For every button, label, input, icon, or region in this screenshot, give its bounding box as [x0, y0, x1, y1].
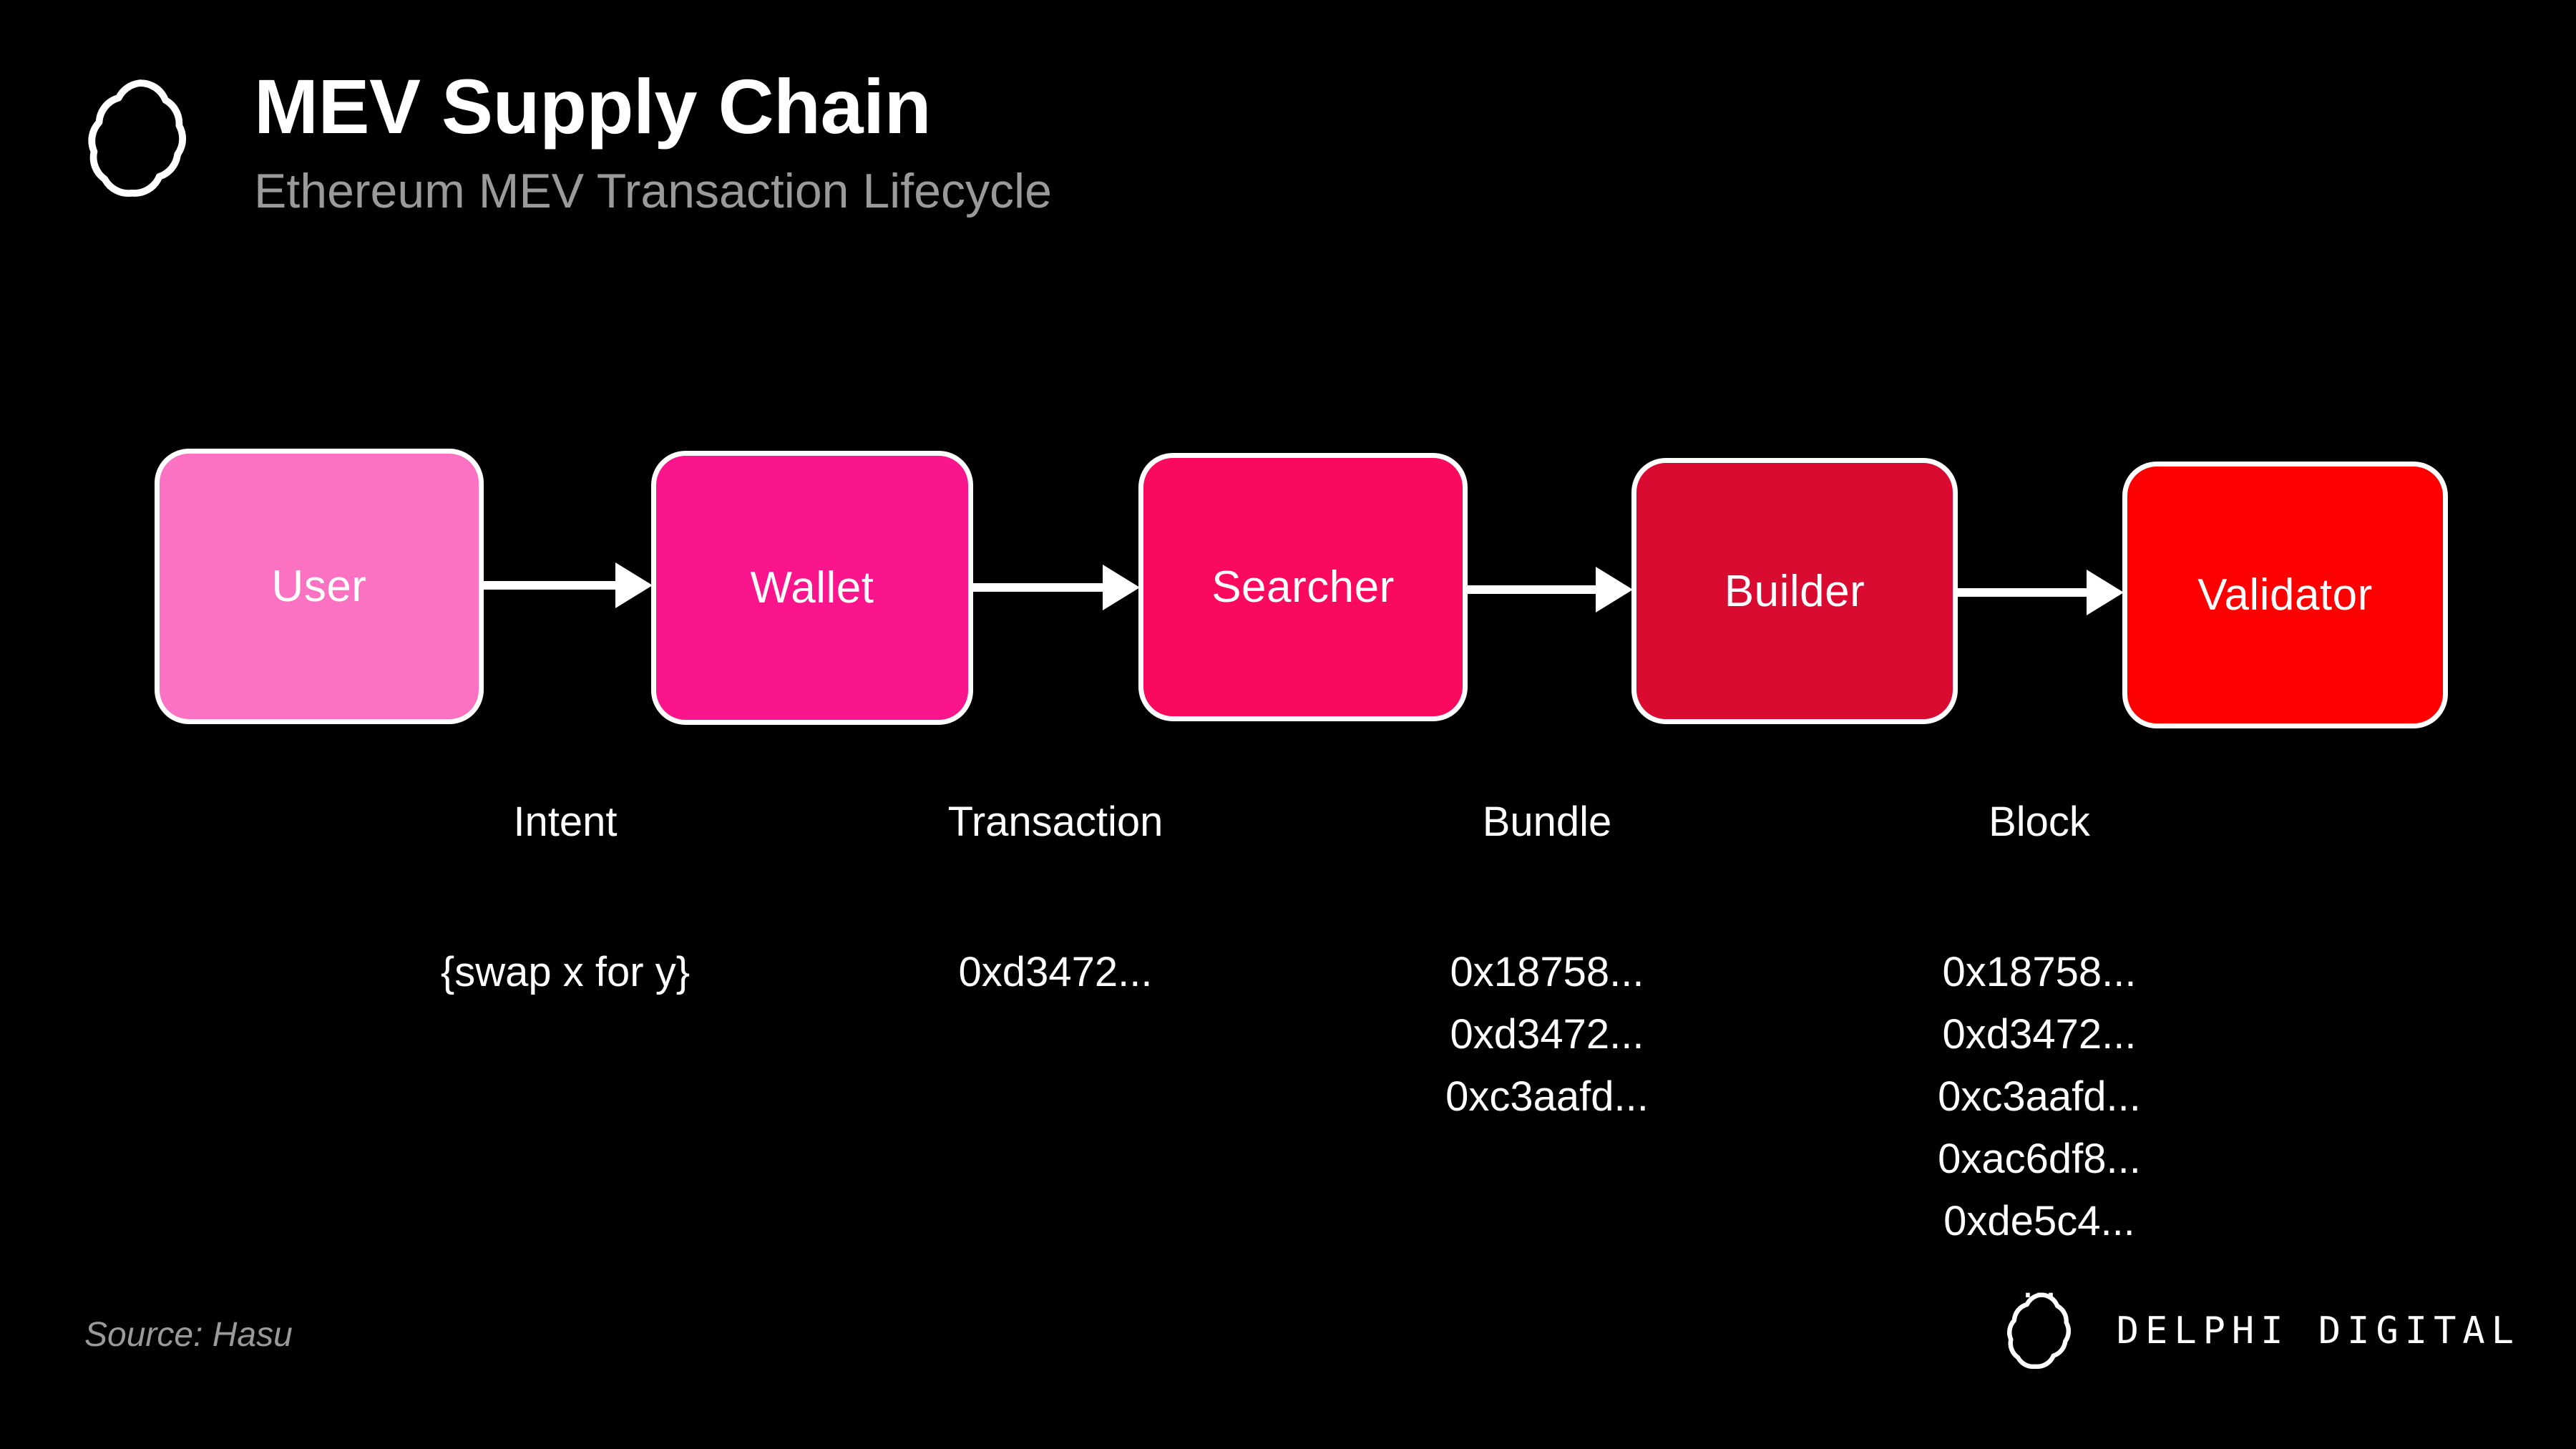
footer-brand: DELPHI DIGITAL: [1991, 1281, 2520, 1381]
payload-line: 0x18758...: [1450, 949, 1644, 995]
payload-line: 0x18758...: [1942, 949, 2137, 995]
flow-arrow-wallet-searcher: [973, 565, 1140, 610]
edge-label-intent: Intent: [513, 799, 618, 845]
arrow-head-icon: [2087, 570, 2124, 615]
arrow-shaft: [1468, 585, 1597, 594]
payload-block: 0x18758... 0xd3472... 0xc3aafd... 0xac6d…: [1938, 941, 2141, 1314]
arrow-head-icon: [615, 562, 653, 608]
flow-arrow-user-wallet: [484, 562, 653, 608]
arrow-shaft: [484, 581, 617, 590]
payload-line: 0xd3472...: [1450, 1011, 1644, 1058]
flow-node-user[interactable]: User: [155, 449, 484, 724]
flow-node-searcher[interactable]: Searcher: [1138, 453, 1468, 721]
arrow-shaft: [973, 583, 1104, 592]
edge-label-bundle: Bundle: [1482, 799, 1612, 845]
flow-node-wallet[interactable]: Wallet: [651, 451, 973, 725]
payload-line: 0xc3aafd...: [1445, 1073, 1649, 1120]
payload-line: 0xc3aafd...: [1938, 1073, 2141, 1120]
payload-intent: {swap x for y}: [441, 941, 690, 1003]
brand-wordmark: DELPHI DIGITAL: [2116, 1309, 2520, 1352]
payload-line: 0xac6df8...: [1938, 1136, 2141, 1182]
payload-line: 0xd3472...: [958, 949, 1153, 995]
edge-label-block: Block: [1989, 799, 2090, 845]
flow-node-label: User: [271, 562, 367, 611]
flow-arrow-searcher-builder: [1468, 567, 1633, 613]
payload-line: {swap x for y}: [440, 949, 691, 995]
payload-bundle: 0x18758... 0xd3472... 0xc3aafd...: [1445, 941, 1649, 1128]
arrow-head-icon: [1103, 565, 1140, 610]
payload-transaction: 0xd3472...: [959, 941, 1153, 1003]
flow-node-builder[interactable]: Builder: [1631, 458, 1958, 724]
edge-label-transaction: Transaction: [947, 799, 1163, 845]
payload-line: 0xde5c4...: [1943, 1198, 2135, 1244]
mev-supply-chain-flow: User Wallet Searcher Builder Validator I…: [0, 0, 2576, 1449]
flow-node-label: Validator: [2197, 570, 2373, 620]
flow-node-label: Wallet: [750, 563, 874, 613]
source-note: Source: Hasu: [84, 1316, 293, 1354]
flow-node-label: Searcher: [1211, 562, 1395, 612]
slide-canvas: MEV Supply Chain Ethereum MEV Transactio…: [0, 0, 2576, 1449]
flow-node-label: Builder: [1724, 566, 1865, 616]
flow-node-validator[interactable]: Validator: [2122, 462, 2448, 728]
delphi-knot-icon: [2006, 1292, 2071, 1370]
arrow-head-icon: [1596, 567, 1633, 613]
arrow-shaft: [1958, 588, 2088, 597]
flow-arrow-builder-validator: [1958, 570, 2124, 615]
payload-line: 0xd3472...: [1942, 1011, 2137, 1058]
